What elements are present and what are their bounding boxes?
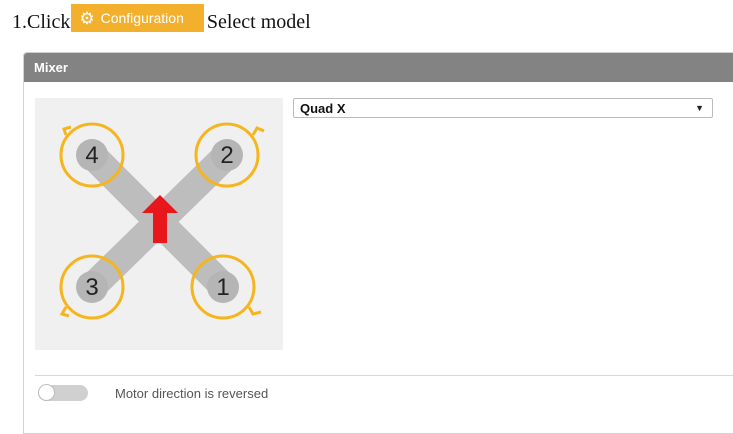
chevron-down-icon: ▼ — [695, 103, 704, 113]
configuration-button[interactable]: ⚙ Configuration — [71, 4, 204, 32]
motor-2-rotation-mark — [251, 126, 265, 136]
motor-label-3: 3 — [85, 274, 98, 301]
instruction-suffix: Select model — [206, 10, 311, 33]
quad-x-diagram-svg: 4 2 3 1 — [59, 122, 265, 320]
motor-label-2: 2 — [220, 142, 233, 169]
instruction-prefix: 1.Click — [12, 10, 71, 33]
toggle-knob — [38, 384, 55, 401]
configuration-button-label: Configuration — [100, 10, 184, 26]
divider — [35, 375, 733, 376]
motor-1-rotation-mark — [247, 306, 262, 316]
instruction-line: 1.Click ⚙ Configuration Select model — [12, 4, 311, 38]
model-select[interactable]: Quad X ▼ — [293, 98, 713, 118]
model-select-value: Quad X — [300, 100, 346, 116]
mixer-panel: Mixer 4 2 3 1 Quad X ▼ Motor direction i… — [23, 52, 733, 434]
motor-label-4: 4 — [85, 142, 98, 169]
quad-x-diagram: 4 2 3 1 — [35, 98, 283, 350]
mixer-title: Mixer — [34, 60, 68, 75]
reverse-motor-toggle[interactable] — [38, 384, 88, 401]
motor-label-1: 1 — [216, 274, 229, 301]
mixer-panel-header: Mixer — [24, 53, 733, 82]
gear-icon: ⚙ — [79, 8, 95, 28]
reverse-motor-label: Motor direction is reversed — [115, 385, 269, 401]
